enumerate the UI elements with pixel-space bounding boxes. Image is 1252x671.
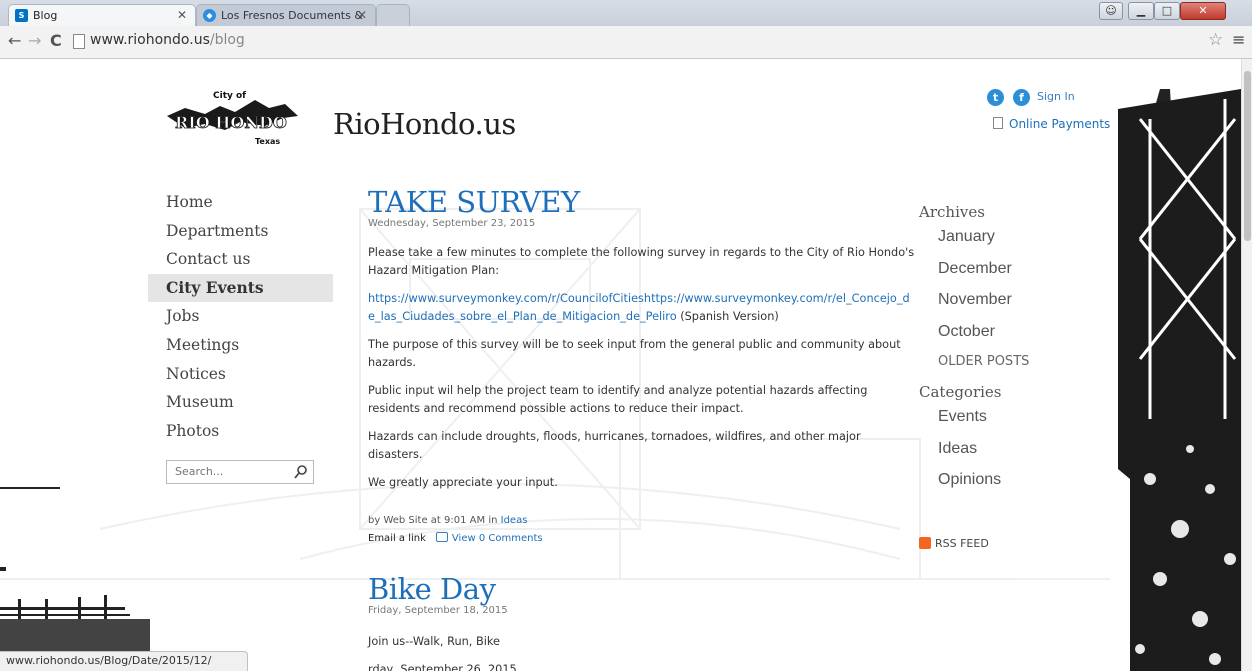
left-navigation: Home Departments Contact us City Events … [148, 188, 333, 445]
post-paragraph: https://www.surveymonkey.com/r/Councilof… [368, 290, 916, 326]
tab-blog[interactable]: S Blog ✕ [8, 4, 196, 26]
nav-item-city-events[interactable]: City Events [148, 273, 333, 303]
browser-tab-strip: S Blog ✕ ◆ Los Fresnos Documents & ✕ ☺ ▁… [0, 0, 1252, 26]
scrollbar-thumb[interactable] [1244, 71, 1251, 241]
email-link[interactable]: Email a link [368, 533, 426, 544]
post-paragraph: The purpose of this survey will be to se… [368, 338, 901, 369]
minimize-button[interactable]: ▁ [1128, 2, 1154, 20]
tab-label: Los Fresnos Documents & [221, 9, 363, 22]
browser-toolbar: ← → C www.riohondo.us/blog ☆ ≡ [0, 26, 1252, 59]
nav-item-meetings[interactable]: Meetings [148, 331, 333, 360]
forward-button[interactable]: → [28, 31, 41, 50]
category-ideas[interactable]: Ideas [919, 433, 1119, 465]
logo-city-of: City of [213, 91, 246, 101]
blog-post-list: TAKE SURVEY Wednesday, September 23, 201… [368, 185, 916, 671]
archive-october[interactable]: October [919, 316, 1119, 348]
nav-item-jobs[interactable]: Jobs [148, 302, 333, 331]
blog-post: TAKE SURVEY Wednesday, September 23, 201… [368, 185, 916, 548]
search-input[interactable] [173, 464, 287, 479]
post-title[interactable]: Bike Day [368, 572, 916, 606]
post-paragraph: Please take a few minutes to complete th… [368, 246, 915, 277]
close-icon[interactable]: ✕ [177, 8, 187, 22]
online-payments-link[interactable]: Online Payments [993, 117, 1110, 131]
close-icon[interactable]: ✕ [357, 8, 367, 22]
rss-feed-link[interactable]: RSS FEED [919, 537, 989, 550]
facebook-icon[interactable]: f [1013, 89, 1030, 106]
nav-item-photos[interactable]: Photos [148, 417, 333, 446]
nav-item-contact-us[interactable]: Contact us [148, 245, 333, 274]
url-path: /blog [209, 32, 245, 48]
right-sidebar: Archives January December November Octob… [919, 203, 1119, 496]
post-paragraph: Join us--Walk, Run, Bike [368, 635, 500, 648]
city-logo: City of RIO HONDO Texas [167, 91, 298, 146]
tab-los-fresnos[interactable]: ◆ Los Fresnos Documents & ✕ [196, 4, 376, 26]
archives-heading: Archives [919, 203, 985, 221]
site-title: RioHondo.us [333, 107, 516, 141]
older-posts-link[interactable]: OLDER POSTS [919, 347, 1119, 377]
archive-december[interactable]: December [919, 253, 1119, 285]
nav-item-home[interactable]: Home [148, 188, 333, 217]
sign-in-link[interactable]: Sign In [1037, 90, 1075, 103]
rss-icon [919, 537, 931, 549]
archive-january[interactable]: January [919, 221, 1119, 253]
post-paragraph: We greatly appreciate your input. [368, 476, 558, 489]
post-title[interactable]: TAKE SURVEY [368, 185, 916, 219]
url-domain: www.riohondo.us [90, 32, 210, 48]
archive-november[interactable]: November [919, 284, 1119, 316]
category-events[interactable]: Events [919, 401, 1119, 433]
status-bar: www.riohondo.us/Blog/Date/2015/12/ [0, 651, 248, 671]
post-date: Friday, September 18, 2015 [368, 605, 508, 616]
logo-name: RIO HONDO [175, 113, 287, 132]
post-meta: by Web Site at 9:01 AM in Ideas Email a … [368, 512, 916, 548]
post-paragraph: rday, September 26, 2015 [368, 663, 517, 671]
survey-link[interactable]: https://www.surveymonkey.com/r/Councilof… [368, 292, 910, 323]
categories-heading: Categories [919, 383, 1002, 401]
vertical-scrollbar[interactable] [1241, 59, 1252, 671]
blog-post: Bike Day Friday, September 18, 2015 Join… [368, 572, 916, 671]
category-opinions[interactable]: Opinions [919, 464, 1119, 496]
online-payments-label: Online Payments [1009, 117, 1111, 131]
page-icon [73, 34, 85, 49]
view-comments-link[interactable]: View 0 Comments [452, 533, 543, 544]
link-suffix: (Spanish Version) [676, 310, 779, 323]
sharepoint-icon: S [15, 9, 28, 22]
nav-item-departments[interactable]: Departments [148, 217, 333, 246]
byline: by Web Site at 9:01 AM in [368, 515, 498, 526]
search-icon[interactable] [293, 463, 309, 481]
rss-label: RSS FEED [935, 537, 989, 550]
document-icon [993, 117, 1003, 129]
search-box [166, 460, 314, 484]
user-icon[interactable]: ☺ [1099, 2, 1123, 20]
category-link[interactable]: Ideas [501, 515, 528, 526]
close-window-button[interactable]: ✕ [1180, 2, 1226, 20]
nav-item-museum[interactable]: Museum [148, 388, 333, 417]
back-button[interactable]: ← [8, 31, 21, 50]
page-viewport: City of RIO HONDO Texas RioHondo.us t f … [0, 59, 1252, 671]
maximize-button[interactable]: □ [1154, 2, 1180, 20]
post-paragraph: Hazards can include droughts, floods, hu… [368, 430, 861, 461]
reload-button[interactable]: C [50, 31, 62, 50]
comment-icon [435, 532, 448, 542]
menu-icon[interactable]: ≡ [1232, 30, 1245, 49]
post-date: Wednesday, September 23, 2015 [368, 218, 536, 229]
twitter-icon[interactable]: t [987, 89, 1004, 106]
dropbox-icon: ◆ [203, 9, 216, 22]
post-paragraph: Public input wil help the project team t… [368, 384, 868, 415]
bookmark-star-icon[interactable]: ☆ [1208, 30, 1223, 50]
address-bar[interactable]: www.riohondo.us/blog [90, 32, 245, 48]
logo-state: Texas [255, 137, 280, 146]
tab-label: Blog [33, 9, 58, 22]
nav-item-notices[interactable]: Notices [148, 360, 333, 389]
new-tab-button[interactable] [376, 4, 410, 26]
